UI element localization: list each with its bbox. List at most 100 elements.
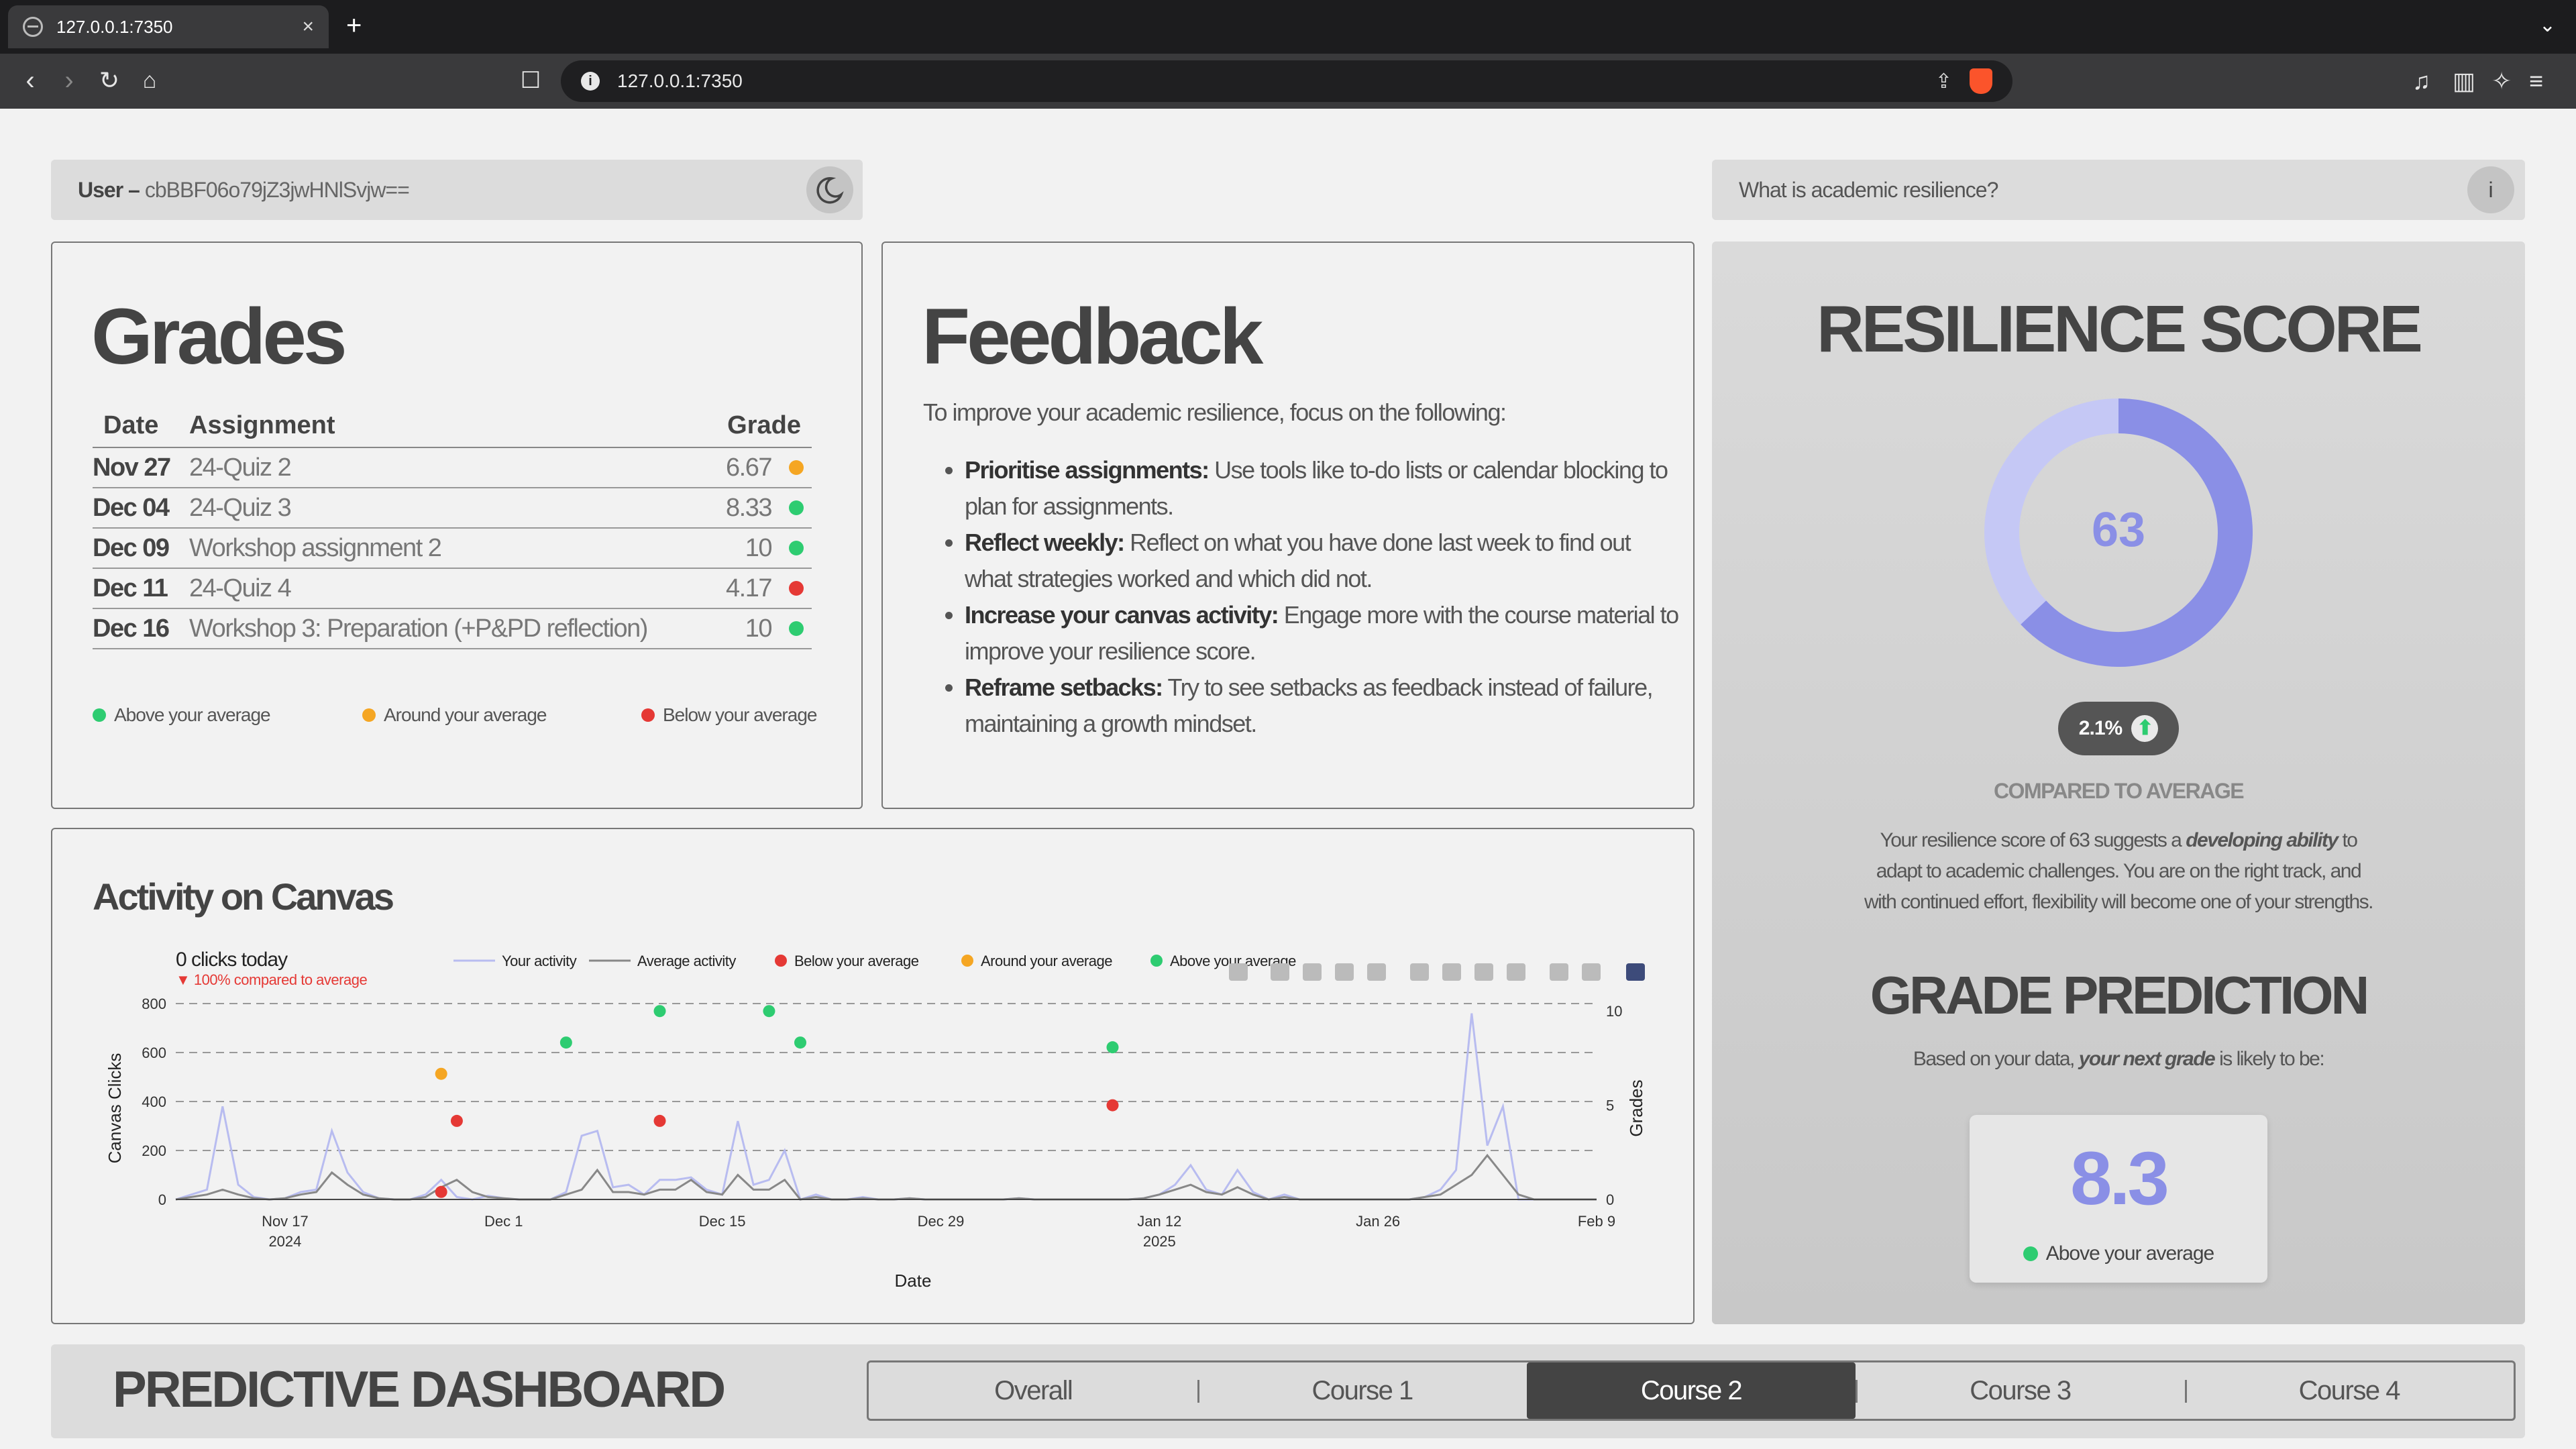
address-bar[interactable]: i 127.0.0.1:7350 ⇪ (561, 60, 2012, 102)
y-tick-label: 200 (142, 1142, 166, 1159)
brave-shield-icon[interactable] (1970, 68, 1992, 94)
y2-tick-label: 5 (1606, 1097, 1614, 1114)
home-icon[interactable]: ⌂ (133, 66, 166, 95)
grade-date: Dec 11 (93, 574, 168, 602)
legend-around: Around your average (362, 704, 547, 726)
series-line (175, 1153, 1597, 1201)
desc-emphasis: developing ability (2186, 829, 2339, 851)
feedback-item-heading: Reframe setbacks: (965, 674, 1163, 701)
x-tick-label: Dec 15 (699, 1213, 746, 1230)
y-tick-label: 800 (142, 996, 166, 1012)
course-tabs: Overall Course 1 Course 2 Course 3 Course 4 (867, 1360, 2516, 1421)
home-icon[interactable] (1507, 963, 1525, 981)
grade-point (794, 1036, 806, 1049)
legend-above: Above your average (93, 704, 271, 726)
new-tab-button[interactable]: + (346, 12, 362, 39)
series-line (175, 1013, 1597, 1201)
desc-line: with continued effort, flexibility will … (1864, 891, 2374, 913)
resilience-description: Your resilience score of 63 suggests a d… (1712, 825, 2525, 918)
site-info-icon[interactable]: i (581, 72, 600, 91)
intro-part: is likely to be: (2219, 1048, 2325, 1070)
bookmark-icon[interactable]: ☐ (514, 66, 547, 95)
reload-icon[interactable]: ↻ (93, 66, 126, 95)
legend-below: Below your average (641, 704, 817, 726)
resilience-panel: RESILIENCE SCORE 63 2.1% ⬆ COMPARED TO A… (1712, 241, 2525, 1324)
close-icon[interactable]: × (302, 15, 314, 38)
grade-date: Dec 09 (93, 533, 170, 562)
sidebar-icon[interactable]: ▥ (2453, 67, 2475, 95)
grade-status-dot (789, 460, 804, 475)
resilience-donut: 63 (1984, 398, 2253, 667)
user-bar: User – cbBBF06o79jZ3jwHNlSvjw== (51, 160, 863, 220)
legend-marker (961, 955, 973, 967)
camera-icon[interactable] (1229, 963, 1248, 981)
dashboard-bar: PREDICTIVE DASHBOARD Overall Course 1 Cour… (51, 1344, 2525, 1438)
x-tick-label: Dec 1 (484, 1213, 523, 1230)
pan-icon[interactable] (1303, 963, 1322, 981)
dark-mode-toggle[interactable] (806, 166, 853, 213)
media-icon[interactable]: ♫ (2412, 67, 2430, 95)
plotly-logo-icon[interactable] (1626, 963, 1645, 981)
feedback-item: Prioritise assignments: Use tools like t… (965, 452, 1681, 525)
chart-series (175, 1013, 1597, 1201)
predicted-grade: 8.3 (2070, 1136, 2169, 1220)
zoom-in-icon[interactable] (1410, 963, 1429, 981)
grade-point (435, 1067, 447, 1080)
grades-title: Grades (91, 292, 347, 381)
zoom-out-icon[interactable] (1442, 963, 1461, 981)
grade-status-dot (789, 621, 804, 636)
col-assignment: Assignment (189, 411, 335, 439)
x-tick-label: Jan 26 (1356, 1213, 1400, 1230)
info-bar[interactable]: What is academic resilience? (1712, 160, 2525, 220)
forward-icon[interactable]: › (52, 66, 86, 95)
activity-chart[interactable]: 0 200 400 600 800 0 5 10 Nov 17 2024 Dec 1 Dec 15 De… (52, 829, 1696, 1326)
box-select-icon[interactable] (1335, 963, 1354, 981)
share-icon[interactable]: ⇪ (1935, 70, 1952, 93)
tab-overall[interactable]: Overall (869, 1362, 1197, 1419)
resilience-title: RESILIENCE SCORE (1817, 292, 2423, 366)
leo-ai-icon[interactable]: ✧ (2491, 67, 2512, 95)
tab-course-2[interactable]: Course 2 (1526, 1362, 1856, 1419)
lasso-icon[interactable] (1367, 963, 1386, 981)
x-axis-label: Date (895, 1271, 932, 1291)
globe-icon (23, 17, 43, 37)
tab-course-1[interactable]: Course 1 (1197, 1362, 1526, 1419)
predicted-grade-card: 8.3 Above your average (1970, 1115, 2267, 1283)
grade-status-dot (789, 581, 804, 596)
legend-label: Your activity (502, 953, 577, 969)
grade-point (435, 1185, 447, 1198)
x-tick-label: Jan 12 (1137, 1213, 1181, 1230)
spike-lines-icon[interactable] (1550, 963, 1568, 981)
feedback-item-heading: Prioritise assignments: (965, 456, 1210, 484)
menu-icon[interactable]: ≡ (2529, 67, 2543, 95)
compare-hover-icon[interactable] (1582, 963, 1601, 981)
tab-course-4[interactable]: Course 4 (2185, 1362, 2514, 1419)
feedback-title: Feedback (922, 292, 1263, 381)
feedback-card: Feedback To improve your academic resili… (881, 241, 1695, 809)
grade-row: Dec 09 Workshop assignment 2 10 (93, 529, 812, 569)
grade-point (653, 1114, 666, 1127)
legend-marker (1150, 955, 1163, 967)
browser-tab-bar: 127.0.0.1:7350 × + ⌄ (0, 0, 2576, 54)
grades-table-body[interactable]: Nov 27 24-Quiz 2 6.67 Dec 04 24-Quiz 3 8.33 De… (93, 448, 812, 649)
status-dot (2023, 1246, 2038, 1261)
delta-badge: 2.1% ⬆ (2058, 702, 2179, 755)
chevron-down-icon[interactable]: ⌄ (2539, 13, 2556, 37)
x-tick-label: Feb 9 (1578, 1213, 1615, 1230)
legend-marker (775, 955, 787, 967)
x-tick-year: 2025 (1143, 1233, 1176, 1250)
info-icon[interactable]: i (2467, 166, 2514, 213)
info-question: What is academic resilience? (1739, 177, 1998, 202)
col-date: Date (103, 411, 159, 439)
grade-assignment: 24-Quiz 3 (189, 493, 292, 522)
browser-tab[interactable]: 127.0.0.1:7350 × (8, 5, 329, 48)
tab-course-3[interactable]: Course 3 (1856, 1362, 2184, 1419)
y2-axis-label: Grades (1626, 1079, 1646, 1136)
predicted-status: Above your average (1970, 1242, 2267, 1265)
feedback-intro: To improve your academic resilience, foc… (923, 398, 1507, 426)
grades-card: Grades Date Assignment Grade Nov 27 24-Qu… (51, 241, 863, 809)
autoscale-icon[interactable] (1474, 963, 1493, 981)
y-tick-label: 600 (142, 1044, 166, 1061)
back-icon[interactable]: ‹ (13, 66, 47, 95)
zoom-icon[interactable] (1271, 963, 1289, 981)
